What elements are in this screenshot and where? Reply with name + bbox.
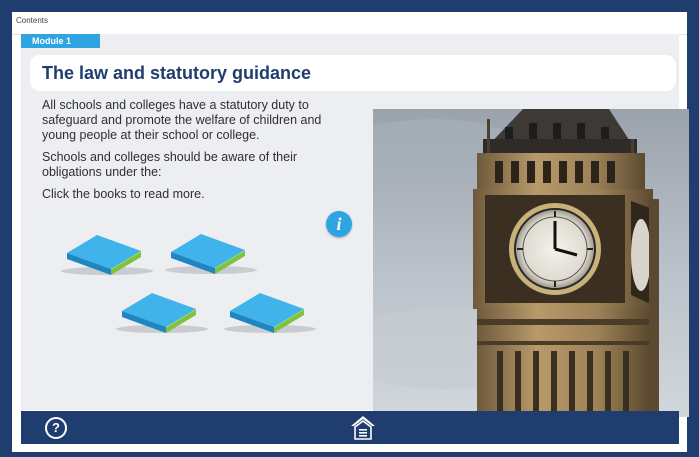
intro-text: All schools and colleges have a statutor… — [42, 98, 352, 209]
instruction-paragraph: Click the books to read more. — [42, 187, 205, 201]
title-bar: The law and statutory guidance — [30, 55, 676, 91]
question-icon[interactable]: ? — [45, 417, 67, 439]
book-1-icon[interactable] — [57, 231, 157, 279]
module-tab: Module 1 — [21, 34, 100, 48]
book-2-icon[interactable] — [161, 230, 261, 278]
footer-bar: ? — [21, 411, 679, 444]
info-icon[interactable]: i — [326, 211, 352, 237]
top-bar: Contents — [12, 12, 687, 35]
home-icon[interactable] — [350, 415, 376, 440]
page-title: The law and statutory guidance — [42, 62, 312, 83]
intro-paragraph: All schools and colleges have a statutor… — [42, 98, 322, 142]
course-frame: Contents Module 1 The law and statutory … — [12, 12, 689, 452]
obligations-paragraph: Schools and colleges should be aware of … — [42, 150, 298, 179]
book-4-icon[interactable] — [220, 289, 320, 337]
content-stage: Module 1 The law and statutory guidance … — [21, 34, 689, 417]
big-ben-photo — [373, 109, 689, 417]
book-3-icon[interactable] — [112, 289, 212, 337]
contents-link[interactable]: Contents — [16, 16, 48, 25]
